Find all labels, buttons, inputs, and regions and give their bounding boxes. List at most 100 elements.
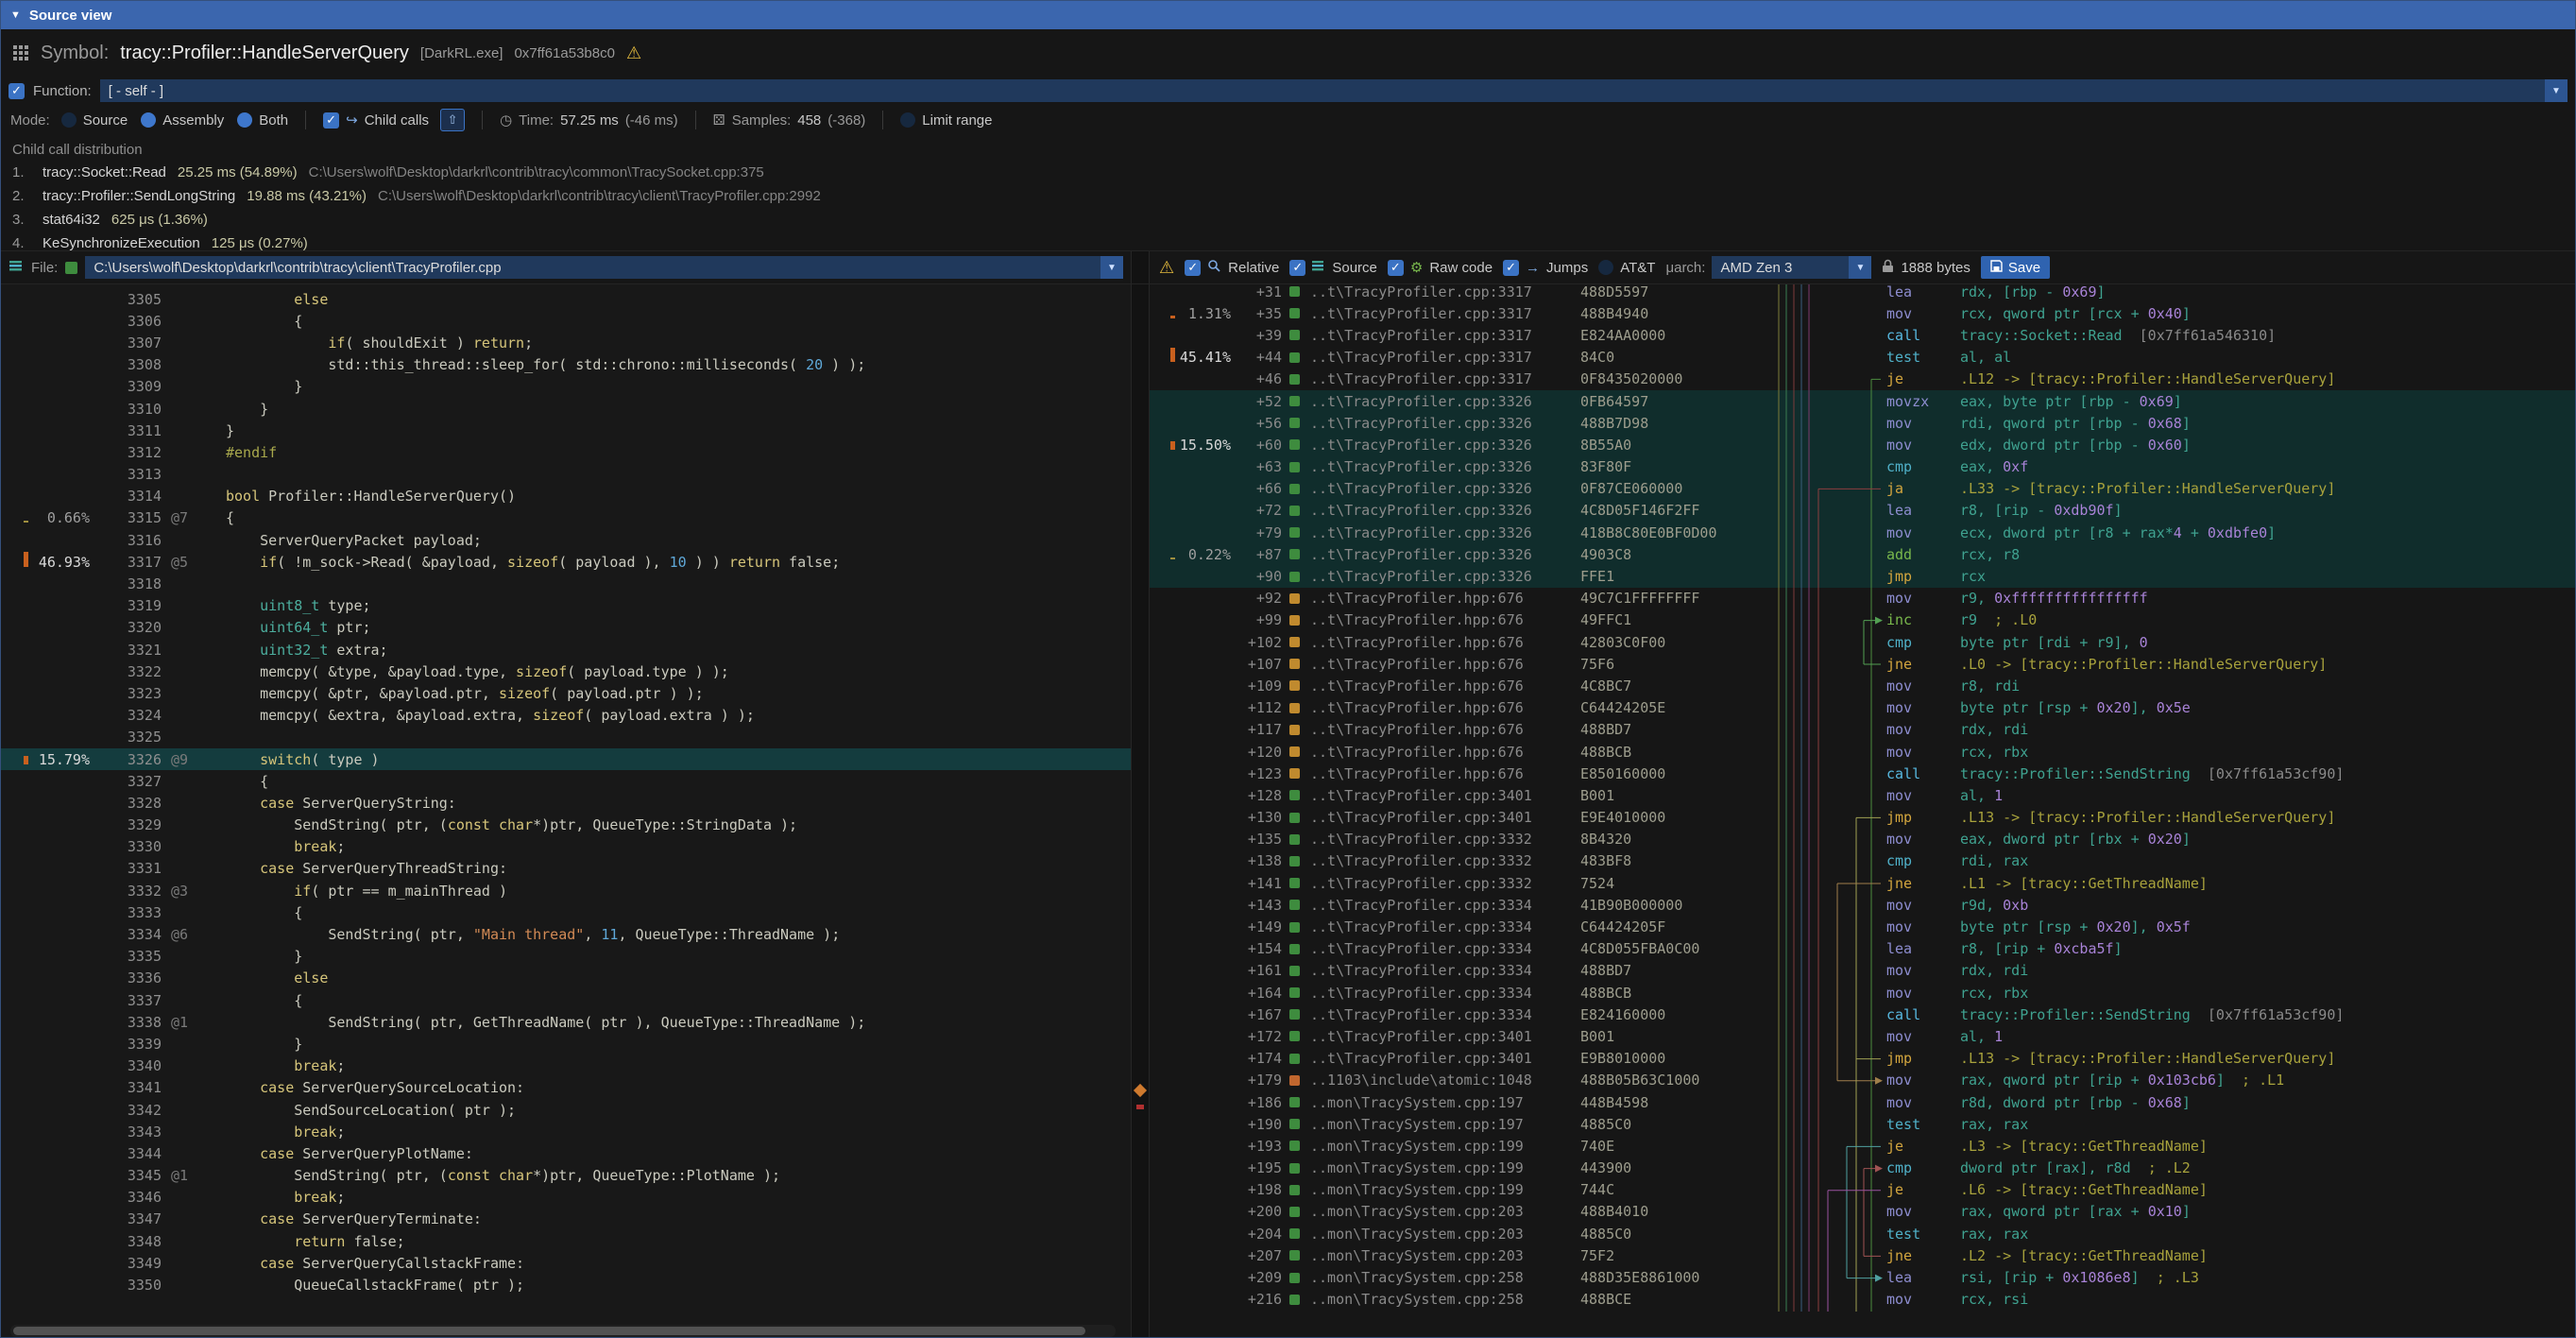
att-toggle[interactable]: AT&T (1598, 260, 1655, 276)
asm-row[interactable]: +135 ..t\TracyProfiler.cpp:3332 8B4320 m… (1150, 829, 2575, 850)
source-line[interactable]: 3348 return false; (1, 1230, 1131, 1252)
child-call-entry[interactable]: 4. KeSynchronizeExecution 125 μs (0.27%) (12, 232, 2564, 250)
raw-code-checkbox[interactable]: ✓ (1388, 260, 1404, 276)
source-line[interactable]: 3342 SendSourceLocation( ptr ); (1, 1099, 1131, 1121)
mode-radio-source[interactable]: Source (61, 112, 128, 129)
asm-row[interactable]: +79 ..t\TracyProfiler.cpp:3326 418B8C80E… (1150, 522, 2575, 543)
mode-radio-both[interactable]: Both (237, 112, 288, 129)
asm-row[interactable]: +209 ..mon\TracySystem.cpp:258 488D35E88… (1150, 1266, 2575, 1288)
att-radio[interactable] (1598, 260, 1613, 275)
asm-row[interactable]: +123 ..t\TracyProfiler.hpp:676 E85016000… (1150, 763, 2575, 784)
source-line[interactable]: 3346 break; (1, 1187, 1131, 1209)
asm-row[interactable]: +102 ..t\TracyProfiler.hpp:676 42803C0F0… (1150, 631, 2575, 653)
source-line[interactable]: 3350 QueueCallstackFrame( ptr ); (1, 1274, 1131, 1295)
source-toggle[interactable]: ✓ Source (1289, 260, 1377, 276)
source-line[interactable]: 15.79% 3326 @9 switch( type ) (1, 748, 1131, 770)
asm-row[interactable]: +66 ..t\TracyProfiler.cpp:3326 0F87CE060… (1150, 478, 2575, 500)
source-line[interactable]: 3312 #endif (1, 441, 1131, 463)
asm-row[interactable]: +112 ..t\TracyProfiler.hpp:676 C64424205… (1150, 697, 2575, 719)
source-checkbox[interactable]: ✓ (1289, 260, 1305, 276)
asm-row[interactable]: 45.41% +44 ..t\TracyProfiler.cpp:3317 84… (1150, 347, 2575, 369)
save-button[interactable]: Save (1981, 256, 2050, 279)
asm-row[interactable]: +186 ..mon\TracySystem.cpp:197 448B4598 … (1150, 1091, 2575, 1113)
asm-row[interactable]: +46 ..t\TracyProfiler.cpp:3317 0F8435020… (1150, 369, 2575, 390)
source-line[interactable]: 3321 uint32_t extra; (1, 639, 1131, 660)
uarch-combo[interactable]: AMD Zen 3 ▼ (1712, 256, 1871, 279)
asm-row[interactable]: +154 ..t\TracyProfiler.cpp:3334 4C8D055F… (1150, 938, 2575, 960)
source-line[interactable]: 3313 (1, 464, 1131, 486)
asm-row[interactable]: 0.22% +87 ..t\TracyProfiler.cpp:3326 490… (1150, 543, 2575, 565)
source-line[interactable]: 3305 else (1, 288, 1131, 310)
source-line[interactable]: 3325 (1, 727, 1131, 748)
function-checkbox[interactable]: ✓ (9, 83, 25, 99)
source-line[interactable]: 3347 case ServerQueryTerminate: (1, 1209, 1131, 1230)
asm-row[interactable]: +52 ..t\TracyProfiler.cpp:3326 0FB64597 … (1150, 390, 2575, 412)
radio-icon[interactable] (61, 112, 77, 128)
source-line[interactable]: 3335 } (1, 946, 1131, 968)
asm-row[interactable]: +143 ..t\TracyProfiler.cpp:3334 41B90B00… (1150, 894, 2575, 916)
asm-row[interactable]: +39 ..t\TracyProfiler.cpp:3317 E824AA000… (1150, 324, 2575, 346)
asm-row[interactable]: +216 ..mon\TracySystem.cpp:258 488BCE mo… (1150, 1289, 2575, 1311)
source-line[interactable]: 3344 case ServerQueryPlotName: (1, 1142, 1131, 1164)
asm-row[interactable]: +117 ..t\TracyProfiler.hpp:676 488BD7 mo… (1150, 719, 2575, 741)
chevron-down-icon[interactable]: ▼ (1849, 256, 1871, 279)
asm-row[interactable]: +92 ..t\TracyProfiler.hpp:676 49C7C1FFFF… (1150, 588, 2575, 609)
source-line[interactable]: 3311 } (1, 420, 1131, 441)
relative-toggle[interactable]: ✓ Relative (1185, 259, 1279, 277)
mode-radio-assembly[interactable]: Assembly (141, 112, 224, 129)
source-line[interactable]: 3336 else (1, 968, 1131, 989)
chevron-down-icon[interactable]: ▼ (1100, 256, 1123, 279)
child-call-entry[interactable]: 3. stat64i32 625 μs (1.36%) (12, 208, 2564, 232)
asm-row[interactable]: 1.31% +35 ..t\TracyProfiler.cpp:3317 488… (1150, 302, 2575, 324)
asm-row[interactable]: +56 ..t\TracyProfiler.cpp:3326 488B7D98 … (1150, 412, 2575, 434)
radio-icon[interactable] (141, 112, 156, 128)
asm-row[interactable]: +90 ..t\TracyProfiler.cpp:3326 FFE1 jmp … (1150, 565, 2575, 587)
source-line[interactable]: 3345 @1 SendString( ptr, (const char*)pt… (1, 1165, 1131, 1187)
source-line[interactable]: 3340 break; (1, 1055, 1131, 1077)
raw-code-toggle[interactable]: ✓ ⚙ Raw code (1388, 259, 1493, 276)
child-calls-checkbox[interactable]: ✓ (323, 112, 339, 129)
jumps-checkbox[interactable]: ✓ (1503, 260, 1519, 276)
source-line[interactable]: 3306 { (1, 310, 1131, 332)
asm-row[interactable]: +31 ..t\TracyProfiler.cpp:3317 488D5597 … (1150, 284, 2575, 302)
source-line[interactable]: 3337 { (1, 989, 1131, 1011)
source-line[interactable]: 3333 { (1, 901, 1131, 923)
asm-row[interactable]: +167 ..t\TracyProfiler.cpp:3334 E8241600… (1150, 1004, 2575, 1025)
radio-icon[interactable] (237, 112, 252, 128)
source-line[interactable]: 3323 memcpy( &ptr, &payload.ptr, sizeof(… (1, 682, 1131, 704)
source-line[interactable]: 46.93% 3317 @5 if( !m_sock->Read( &paylo… (1, 551, 1131, 573)
asm-row[interactable]: +190 ..mon\TracySystem.cpp:197 4885C0 te… (1150, 1113, 2575, 1135)
asm-row[interactable]: +193 ..mon\TracySystem.cpp:199 740E je .… (1150, 1135, 2575, 1157)
source-line[interactable]: 3343 break; (1, 1121, 1131, 1142)
jumps-toggle[interactable]: ✓ → Jumps (1503, 260, 1588, 276)
asm-row[interactable]: +138 ..t\TracyProfiler.cpp:3332 483BF8 c… (1150, 850, 2575, 872)
source-line[interactable]: 3329 SendString( ptr, (const char*)ptr, … (1, 815, 1131, 836)
source-line[interactable]: 3349 case ServerQueryCallstackFrame: (1, 1252, 1131, 1274)
asm-row[interactable]: +195 ..mon\TracySystem.cpp:199 443900 cm… (1150, 1158, 2575, 1179)
asm-row[interactable]: +161 ..t\TracyProfiler.cpp:3334 488BD7 m… (1150, 960, 2575, 982)
source-line[interactable]: 3309 } (1, 376, 1131, 398)
expand-button[interactable]: ⇧ (440, 109, 465, 131)
relative-checkbox[interactable]: ✓ (1185, 260, 1201, 276)
child-call-entry[interactable]: 2. tracy::Profiler::SendLongString 19.88… (12, 184, 2564, 208)
source-line[interactable]: 3330 break; (1, 836, 1131, 858)
horizontal-scrollbar[interactable] (10, 1325, 1116, 1337)
asm-row[interactable]: +109 ..t\TracyProfiler.hpp:676 4C8BC7 mo… (1150, 675, 2575, 696)
asm-row[interactable]: +130 ..t\TracyProfiler.cpp:3401 E9E40100… (1150, 807, 2575, 829)
asm-row[interactable]: +107 ..t\TracyProfiler.hpp:676 75F6 jne … (1150, 653, 2575, 675)
source-line[interactable]: 3310 } (1, 398, 1131, 420)
collapse-icon[interactable]: ▼ (10, 10, 21, 21)
source-line[interactable]: 3319 uint8_t type; (1, 595, 1131, 617)
source-line[interactable]: 3338 @1 SendString( ptr, GetThreadName( … (1, 1011, 1131, 1033)
scrollbar-thumb[interactable] (13, 1327, 1085, 1335)
child-call-entry[interactable]: 1. tracy::Socket::Read 25.25 ms (54.89%)… (12, 161, 2564, 184)
asm-row[interactable]: +204 ..mon\TracySystem.cpp:203 4885C0 te… (1150, 1223, 2575, 1244)
chevron-down-icon[interactable]: ▼ (2545, 79, 2567, 102)
source-line[interactable]: 3307 if( shouldExit ) return; (1, 332, 1131, 353)
source-line[interactable]: 3328 case ServerQueryString: (1, 792, 1131, 814)
asm-row[interactable]: +174 ..t\TracyProfiler.cpp:3401 E9B80100… (1150, 1048, 2575, 1070)
source-line[interactable]: 3334 @6 SendString( ptr, "Main thread", … (1, 923, 1131, 945)
source-line[interactable]: 3322 memcpy( &type, &payload.type, sizeo… (1, 660, 1131, 682)
asm-row[interactable]: 15.50% +60 ..t\TracyProfiler.cpp:3326 8B… (1150, 434, 2575, 455)
source-line[interactable]: 3318 (1, 573, 1131, 594)
